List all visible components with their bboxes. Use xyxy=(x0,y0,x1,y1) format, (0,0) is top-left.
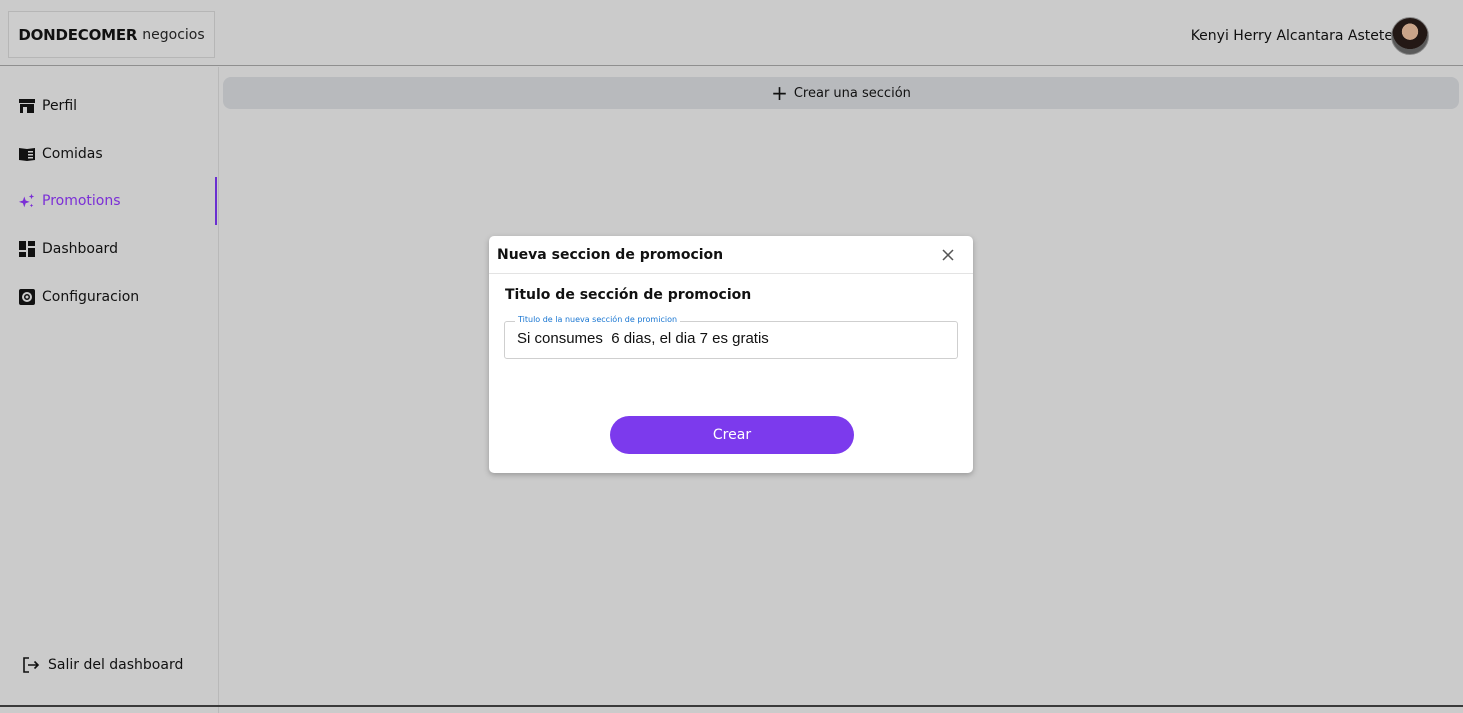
store-icon xyxy=(18,97,36,115)
sidebar-item-configuracion[interactable]: Configuracion xyxy=(0,273,217,321)
user-menu[interactable]: Kenyi Herry Alcantara Astete xyxy=(1191,16,1429,56)
close-button[interactable] xyxy=(937,244,959,266)
sidebar-item-dashboard[interactable]: Dashboard xyxy=(0,225,217,273)
create-section-label: Crear una sección xyxy=(793,85,911,101)
sparkles-icon xyxy=(18,192,36,210)
section-title-input[interactable] xyxy=(517,330,947,347)
logout-icon xyxy=(22,656,40,674)
top-bar: DONDECOMER negocios Kenyi Herry Alcantar… xyxy=(0,0,1463,66)
user-name: Kenyi Herry Alcantara Astete xyxy=(1190,28,1393,44)
brand-logo[interactable]: DONDECOMER negocios xyxy=(8,11,215,58)
plus-icon: + xyxy=(771,81,788,105)
sidebar-item-label: Promotions xyxy=(42,193,121,209)
dialog-title: Nueva seccion de promocion xyxy=(497,247,724,263)
settings-icon xyxy=(18,288,36,306)
sidebar-item-label: Comidas xyxy=(42,146,103,162)
sidebar-item-label: Perfil xyxy=(42,98,78,114)
avatar[interactable] xyxy=(1391,17,1429,55)
sidebar-item-comidas[interactable]: Comidas xyxy=(0,130,217,178)
menu-book-icon xyxy=(18,145,36,163)
sidebar-item-label: Configuracion xyxy=(42,289,140,305)
logout-label: Salir del dashboard xyxy=(48,657,184,673)
field-label: Titulo de la nueva sección de promicion xyxy=(515,315,681,324)
new-promotion-section-dialog: Nueva seccion de promocion Titulo de sec… xyxy=(489,236,973,473)
sidebar-item-perfil[interactable]: Perfil xyxy=(0,82,217,130)
close-icon xyxy=(942,249,954,261)
create-section-button[interactable]: + Crear una sección xyxy=(223,77,1459,109)
brand-suffix: negocios xyxy=(142,26,205,43)
brand-name: DONDECOMER xyxy=(18,25,138,44)
bottom-border xyxy=(0,705,1463,707)
dialog-header: Nueva seccion de promocion xyxy=(489,236,973,274)
sidebar-item-label: Dashboard xyxy=(42,241,118,257)
section-title-label: Titulo de sección de promocion xyxy=(505,287,752,303)
sidebar-item-promotions[interactable]: Promotions xyxy=(0,177,217,225)
create-button[interactable]: Crear xyxy=(610,416,854,454)
logout-button[interactable]: Salir del dashboard xyxy=(0,641,217,689)
dashboard-icon xyxy=(18,240,36,258)
section-title-field[interactable]: Titulo de la nueva sección de promicion xyxy=(504,315,958,359)
sidebar: Perfil Comidas Promotions Dashboard Conf… xyxy=(0,67,219,713)
